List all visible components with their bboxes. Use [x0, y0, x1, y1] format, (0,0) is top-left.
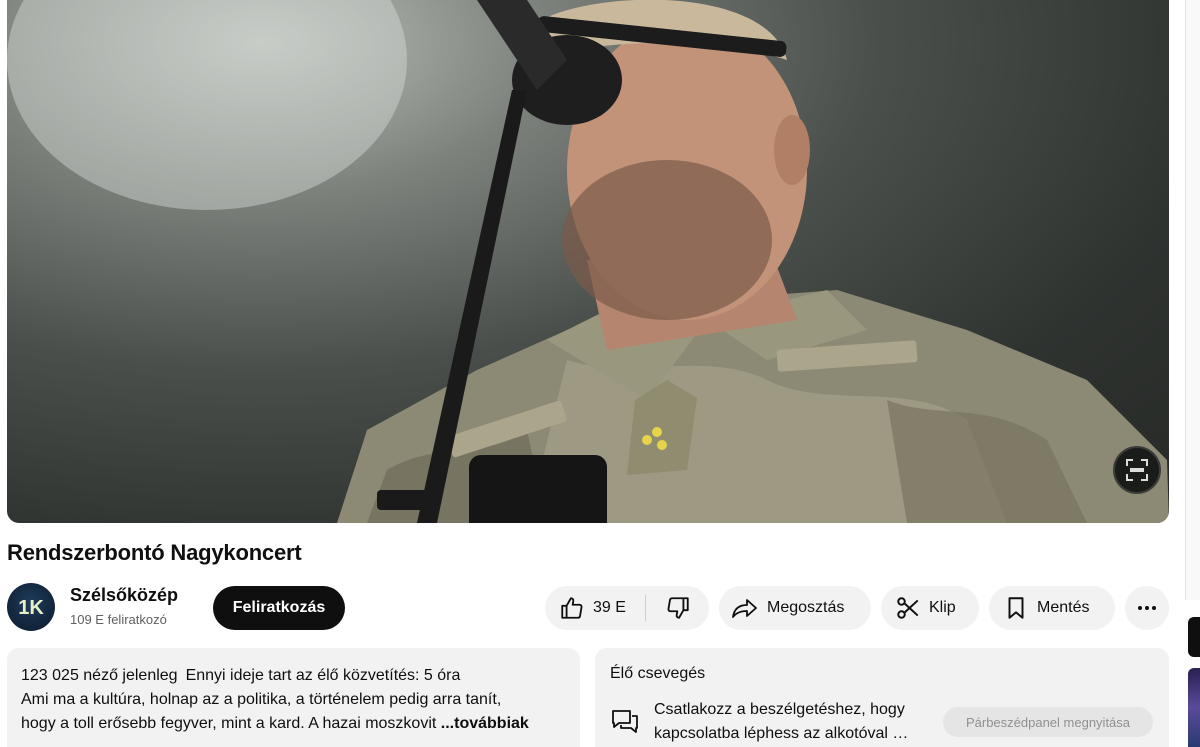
- channel-watermark-icon[interactable]: [1113, 446, 1161, 494]
- scissors-icon: [897, 597, 919, 619]
- avatar-text: 1K: [18, 597, 44, 619]
- subscriber-count: 109 E feliratkozó: [70, 612, 167, 627]
- bookmark-icon: [1008, 597, 1024, 619]
- video-frame: [7, 0, 1169, 523]
- chat-bubble-icon: [612, 710, 638, 733]
- description-box[interactable]: 123 025 néző jelenleg Ennyi ideje tart az…: [7, 648, 580, 747]
- like-dislike-group: 39 E: [545, 586, 709, 630]
- like-count: 39 E: [593, 599, 626, 616]
- share-label: Megosztás: [767, 599, 845, 616]
- description-line-2-text: hogy a toll erősebb fegyver, mint a kard…: [21, 715, 437, 732]
- sidebar-thumbnail[interactable]: [1188, 668, 1200, 747]
- sidebar-edge: [1185, 0, 1200, 600]
- viewer-count: 123 025 néző jelenleg: [21, 667, 178, 684]
- live-duration: Ennyi ideje tart az élő közvetítés: 5 ór…: [185, 667, 461, 684]
- share-icon: [732, 599, 757, 618]
- open-chat-button[interactable]: Párbeszédpanel megnyitása: [943, 707, 1153, 737]
- like-button[interactable]: 39 E: [545, 586, 645, 630]
- subscribe-button[interactable]: Feliratkozás: [213, 586, 345, 630]
- live-chat-panel: Élő csevegés Csatlakozz a beszélgetéshez…: [595, 648, 1169, 747]
- thumbs-down-icon: [667, 597, 689, 619]
- dislike-button[interactable]: [646, 586, 709, 630]
- save-button[interactable]: Mentés: [989, 586, 1115, 630]
- channel-name[interactable]: Szélsőközép: [70, 585, 178, 606]
- save-label: Mentés: [1037, 599, 1090, 616]
- thumbs-up-icon: [561, 597, 583, 619]
- description-meta: 123 025 néző jelenleg Ennyi ideje tart az…: [21, 664, 566, 688]
- video-title: Rendszerbontó Nagykoncert: [7, 540, 302, 565]
- more-horizontal-icon: [1138, 606, 1156, 610]
- more-actions-button[interactable]: [1125, 586, 1169, 630]
- description-line-2: hogy a toll erősebb fegyver, mint a kard…: [21, 712, 566, 736]
- live-chat-title: Élő csevegés: [610, 665, 706, 682]
- video-player[interactable]: [7, 0, 1169, 523]
- share-button[interactable]: Megosztás: [719, 586, 871, 630]
- channel-avatar[interactable]: 1K: [7, 583, 55, 631]
- live-chat-prompt: Csatlakozz a beszélgetéshez, hogy kapcso…: [654, 701, 909, 742]
- show-more-link[interactable]: ...továbbiak: [441, 715, 529, 732]
- clip-button[interactable]: Klip: [881, 586, 979, 630]
- description-line-1: Ami ma a kultúra, holnap az a politika, …: [21, 691, 502, 708]
- clip-label: Klip: [929, 599, 956, 616]
- sidebar-chip[interactable]: [1188, 617, 1200, 657]
